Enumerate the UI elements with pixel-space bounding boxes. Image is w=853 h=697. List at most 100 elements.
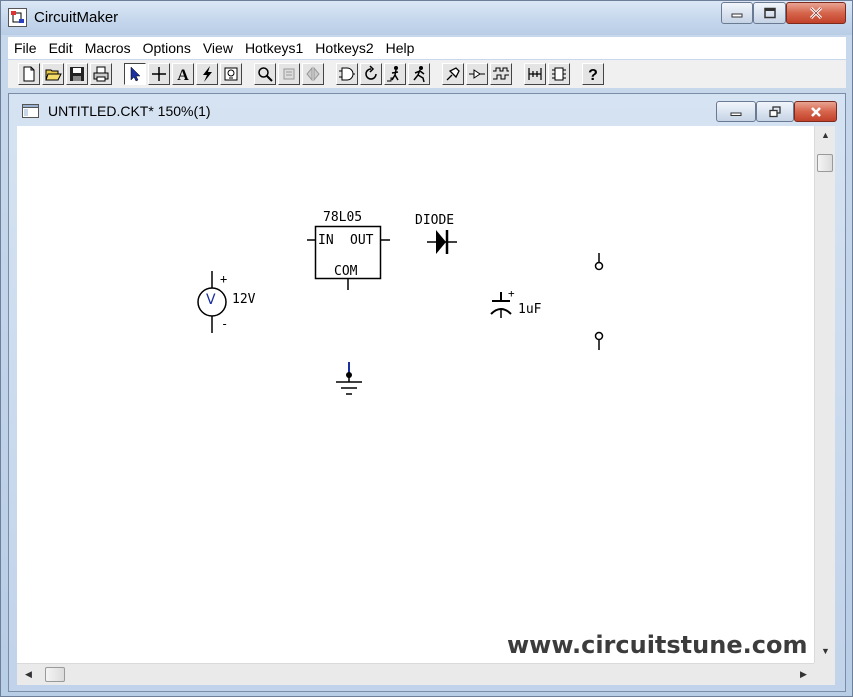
title-bar: CircuitMaker bbox=[1, 1, 852, 35]
open-folder-icon bbox=[45, 69, 62, 81]
switch-terminals[interactable] bbox=[594, 253, 604, 350]
horizontal-scroll-thumb[interactable] bbox=[45, 667, 65, 682]
rotate-icon bbox=[283, 68, 295, 80]
print-icon bbox=[93, 66, 109, 82]
diode-label: DIODE bbox=[415, 213, 455, 228]
run-icon bbox=[413, 66, 425, 83]
wire-cross-icon bbox=[152, 67, 166, 81]
scroll-corner bbox=[814, 663, 835, 685]
maximize-button[interactable] bbox=[753, 2, 786, 24]
app-title: CircuitMaker bbox=[34, 9, 119, 26]
logic-analyzer-icon bbox=[493, 67, 509, 80]
voltage-source-value: 12V bbox=[232, 292, 256, 307]
chip-icon bbox=[552, 67, 566, 81]
watermark: www.circuitstune.com bbox=[507, 631, 808, 659]
and-gate-icon bbox=[339, 67, 355, 81]
maximize-icon bbox=[763, 7, 776, 19]
capacitor-value: 1uF bbox=[518, 302, 542, 317]
document-title: UNTITLED.CKT* 150%(1) bbox=[48, 103, 211, 119]
voltage-source-minus: - bbox=[221, 317, 229, 331]
bus-icon bbox=[528, 68, 542, 80]
document-icon bbox=[22, 104, 39, 118]
menu-macros[interactable]: Macros bbox=[79, 37, 137, 59]
menu-view[interactable]: View bbox=[197, 37, 239, 59]
logic-analyzer-button[interactable] bbox=[490, 63, 512, 85]
step-button[interactable] bbox=[384, 63, 406, 85]
toolbar: A ? bbox=[8, 60, 846, 88]
waveform-icon bbox=[469, 69, 485, 79]
scroll-down-icon[interactable]: ▼ bbox=[821, 646, 830, 656]
open-button[interactable] bbox=[42, 63, 64, 85]
voltage-source-plus: + bbox=[220, 272, 228, 286]
close-button[interactable] bbox=[786, 2, 846, 24]
probe-icon bbox=[203, 66, 212, 82]
svg-text:?: ? bbox=[588, 67, 598, 83]
svg-text:A: A bbox=[177, 67, 189, 83]
arrow-tool-button[interactable] bbox=[124, 63, 146, 85]
close-icon bbox=[810, 106, 821, 117]
horizontal-scrollbar[interactable]: ◀ ▶ bbox=[17, 663, 814, 685]
regulator-pin-out: OUT bbox=[350, 233, 374, 248]
minimize-icon bbox=[731, 13, 743, 18]
menu-bar: File Edit Macros Options View Hotkeys1 H… bbox=[8, 37, 846, 59]
close-icon bbox=[809, 6, 823, 20]
mirror-button[interactable] bbox=[302, 63, 324, 85]
menu-edit[interactable]: Edit bbox=[43, 37, 79, 59]
voltage-source-symbol-text: V bbox=[206, 292, 216, 308]
save-button[interactable] bbox=[66, 63, 88, 85]
wire-tool-button[interactable] bbox=[148, 63, 170, 85]
mirror-icon bbox=[306, 66, 320, 82]
scroll-up-icon[interactable]: ▲ bbox=[821, 130, 830, 140]
scroll-right-icon[interactable]: ▶ bbox=[800, 669, 807, 680]
new-file-icon bbox=[23, 66, 35, 82]
menu-hotkeys2[interactable]: Hotkeys2 bbox=[309, 37, 379, 59]
trace-icon bbox=[446, 67, 460, 81]
text-icon: A bbox=[177, 67, 189, 83]
schematic-canvas[interactable]: 78L05 IN OUT COM DIODE V 12V + - + 1uF w… bbox=[17, 126, 814, 663]
regulator-pin-in: IN bbox=[318, 233, 334, 248]
text-tool-button[interactable]: A bbox=[172, 63, 194, 85]
scroll-left-icon[interactable]: ◀ bbox=[25, 669, 32, 680]
capacitor-plus: + bbox=[508, 287, 515, 300]
doc-restore-button[interactable] bbox=[756, 101, 794, 122]
waveform-button[interactable] bbox=[466, 63, 488, 85]
schematic-drawing bbox=[197, 225, 604, 395]
trace-button[interactable] bbox=[442, 63, 464, 85]
menu-file[interactable]: File bbox=[8, 37, 43, 59]
print-button[interactable] bbox=[90, 63, 112, 85]
circuitmaker-app-icon bbox=[8, 8, 27, 27]
rotate-button[interactable] bbox=[278, 63, 300, 85]
reset-icon bbox=[365, 65, 377, 80]
run-button[interactable] bbox=[408, 63, 430, 85]
zoom-icon bbox=[258, 67, 273, 82]
device-tool-button[interactable] bbox=[220, 63, 242, 85]
restore-icon bbox=[769, 105, 781, 117]
menu-hotkeys1[interactable]: Hotkeys1 bbox=[239, 37, 309, 59]
ground-symbol[interactable] bbox=[336, 362, 362, 395]
help-button[interactable]: ? bbox=[582, 63, 604, 85]
chip-button[interactable] bbox=[548, 63, 570, 85]
help-icon: ? bbox=[588, 67, 598, 83]
doc-minimize-button[interactable] bbox=[716, 101, 756, 122]
minimize-icon bbox=[730, 112, 742, 116]
device-icon bbox=[224, 67, 238, 81]
bus-button[interactable] bbox=[524, 63, 546, 85]
diode-symbol[interactable] bbox=[427, 230, 457, 254]
document-window: UNTITLED.CKT* 150%(1) 78L05 IN OUT COM D… bbox=[8, 93, 846, 692]
doc-close-button[interactable] bbox=[794, 101, 837, 122]
menu-options[interactable]: Options bbox=[137, 37, 197, 59]
vertical-scroll-thumb[interactable] bbox=[817, 154, 833, 172]
app-window: CircuitMaker File Edit Macros Options Vi… bbox=[0, 0, 853, 697]
reset-button[interactable] bbox=[360, 63, 382, 85]
probe-tool-button[interactable] bbox=[196, 63, 218, 85]
new-file-button[interactable] bbox=[18, 63, 40, 85]
arrow-pointer-icon bbox=[130, 66, 141, 82]
regulator-name: 78L05 bbox=[323, 210, 363, 225]
vertical-scrollbar[interactable]: ▲ ▼ bbox=[814, 126, 835, 663]
minimize-button[interactable] bbox=[721, 2, 753, 24]
zoom-tool-button[interactable] bbox=[254, 63, 276, 85]
step-icon bbox=[387, 66, 399, 82]
menu-help[interactable]: Help bbox=[380, 37, 421, 59]
regulator-pin-com: COM bbox=[334, 264, 358, 279]
digital-button[interactable] bbox=[336, 63, 358, 85]
